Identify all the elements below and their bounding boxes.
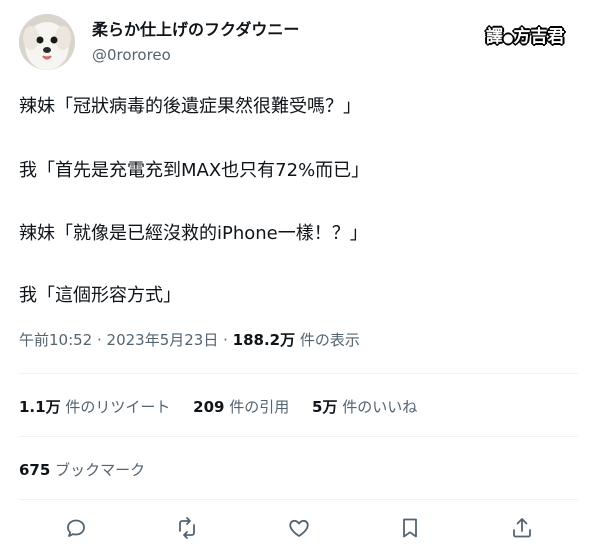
- meta-separator: ·: [218, 331, 233, 349]
- retweets-count: 1.1万: [19, 398, 61, 416]
- tweet-date[interactable]: 2023年5月23日: [107, 331, 219, 349]
- reply-icon: [67, 519, 85, 537]
- tweet-line-3: 辣妹「就像是已經沒救的iPhone一樣！？」: [19, 223, 368, 244]
- watermark-right: 方吉君: [513, 27, 565, 47]
- views-count: 188.2万: [232, 331, 296, 349]
- quotes-count: 209: [193, 398, 225, 416]
- watermark-dot: ●: [503, 31, 514, 45]
- dog-avatar-image: [19, 14, 75, 70]
- bookmark-icon: [403, 518, 417, 538]
- retweet-icon: [179, 517, 195, 539]
- quotes-stat[interactable]: 209 件の引用: [193, 398, 289, 416]
- bookmarks-count: 675: [19, 461, 51, 479]
- retweets-label: 件のリツイート: [60, 398, 171, 416]
- tweet-line-4: 我「這個形容方式」: [19, 285, 181, 306]
- engagement-stats: 1.1万 件のリツイート 209 件の引用 5万 件のいいね: [19, 396, 435, 417]
- divider: [19, 373, 578, 374]
- author-handle[interactable]: @0rororeo: [92, 45, 171, 65]
- retweets-stat[interactable]: 1.1万 件のリツイート: [19, 398, 170, 416]
- like-button[interactable]: [286, 515, 312, 541]
- likes-stat[interactable]: 5万 件のいいね: [312, 398, 417, 416]
- likes-count: 5万: [312, 398, 338, 416]
- tweet-time[interactable]: 午前10:52: [19, 331, 92, 349]
- reply-button[interactable]: [63, 515, 89, 541]
- quotes-label: 件の引用: [224, 398, 290, 416]
- tweet-line-2: 我「首先是充電充到MAX也只有72%而已」: [19, 160, 370, 181]
- avatar[interactable]: [19, 14, 75, 70]
- bookmarks-label: ブックマーク: [50, 461, 146, 479]
- share-icon: [513, 518, 531, 538]
- divider: [19, 436, 578, 437]
- share-button[interactable]: [509, 515, 535, 541]
- heart-icon: [289, 519, 309, 537]
- meta-separator: ·: [92, 331, 107, 349]
- likes-label: 件のいいね: [337, 398, 418, 416]
- divider: [19, 499, 578, 500]
- watermark-left: 譯: [486, 27, 503, 47]
- retweet-button[interactable]: [174, 515, 200, 541]
- tweet-line-1: 辣妹「冠狀病毒的後遺症果然很難受嗎？」: [19, 96, 361, 117]
- views-label: 件の表示: [295, 331, 360, 349]
- bookmark-button[interactable]: [397, 515, 423, 541]
- tweet-meta: 午前10:52 · 2023年5月23日 · 188.2万 件の表示: [19, 329, 360, 350]
- author-display-name[interactable]: 柔らか仕上げのフクダウニー: [92, 20, 299, 40]
- translator-watermark: 譯●方吉君: [486, 22, 564, 47]
- bookmarks-stat[interactable]: 675 ブックマーク: [19, 459, 145, 480]
